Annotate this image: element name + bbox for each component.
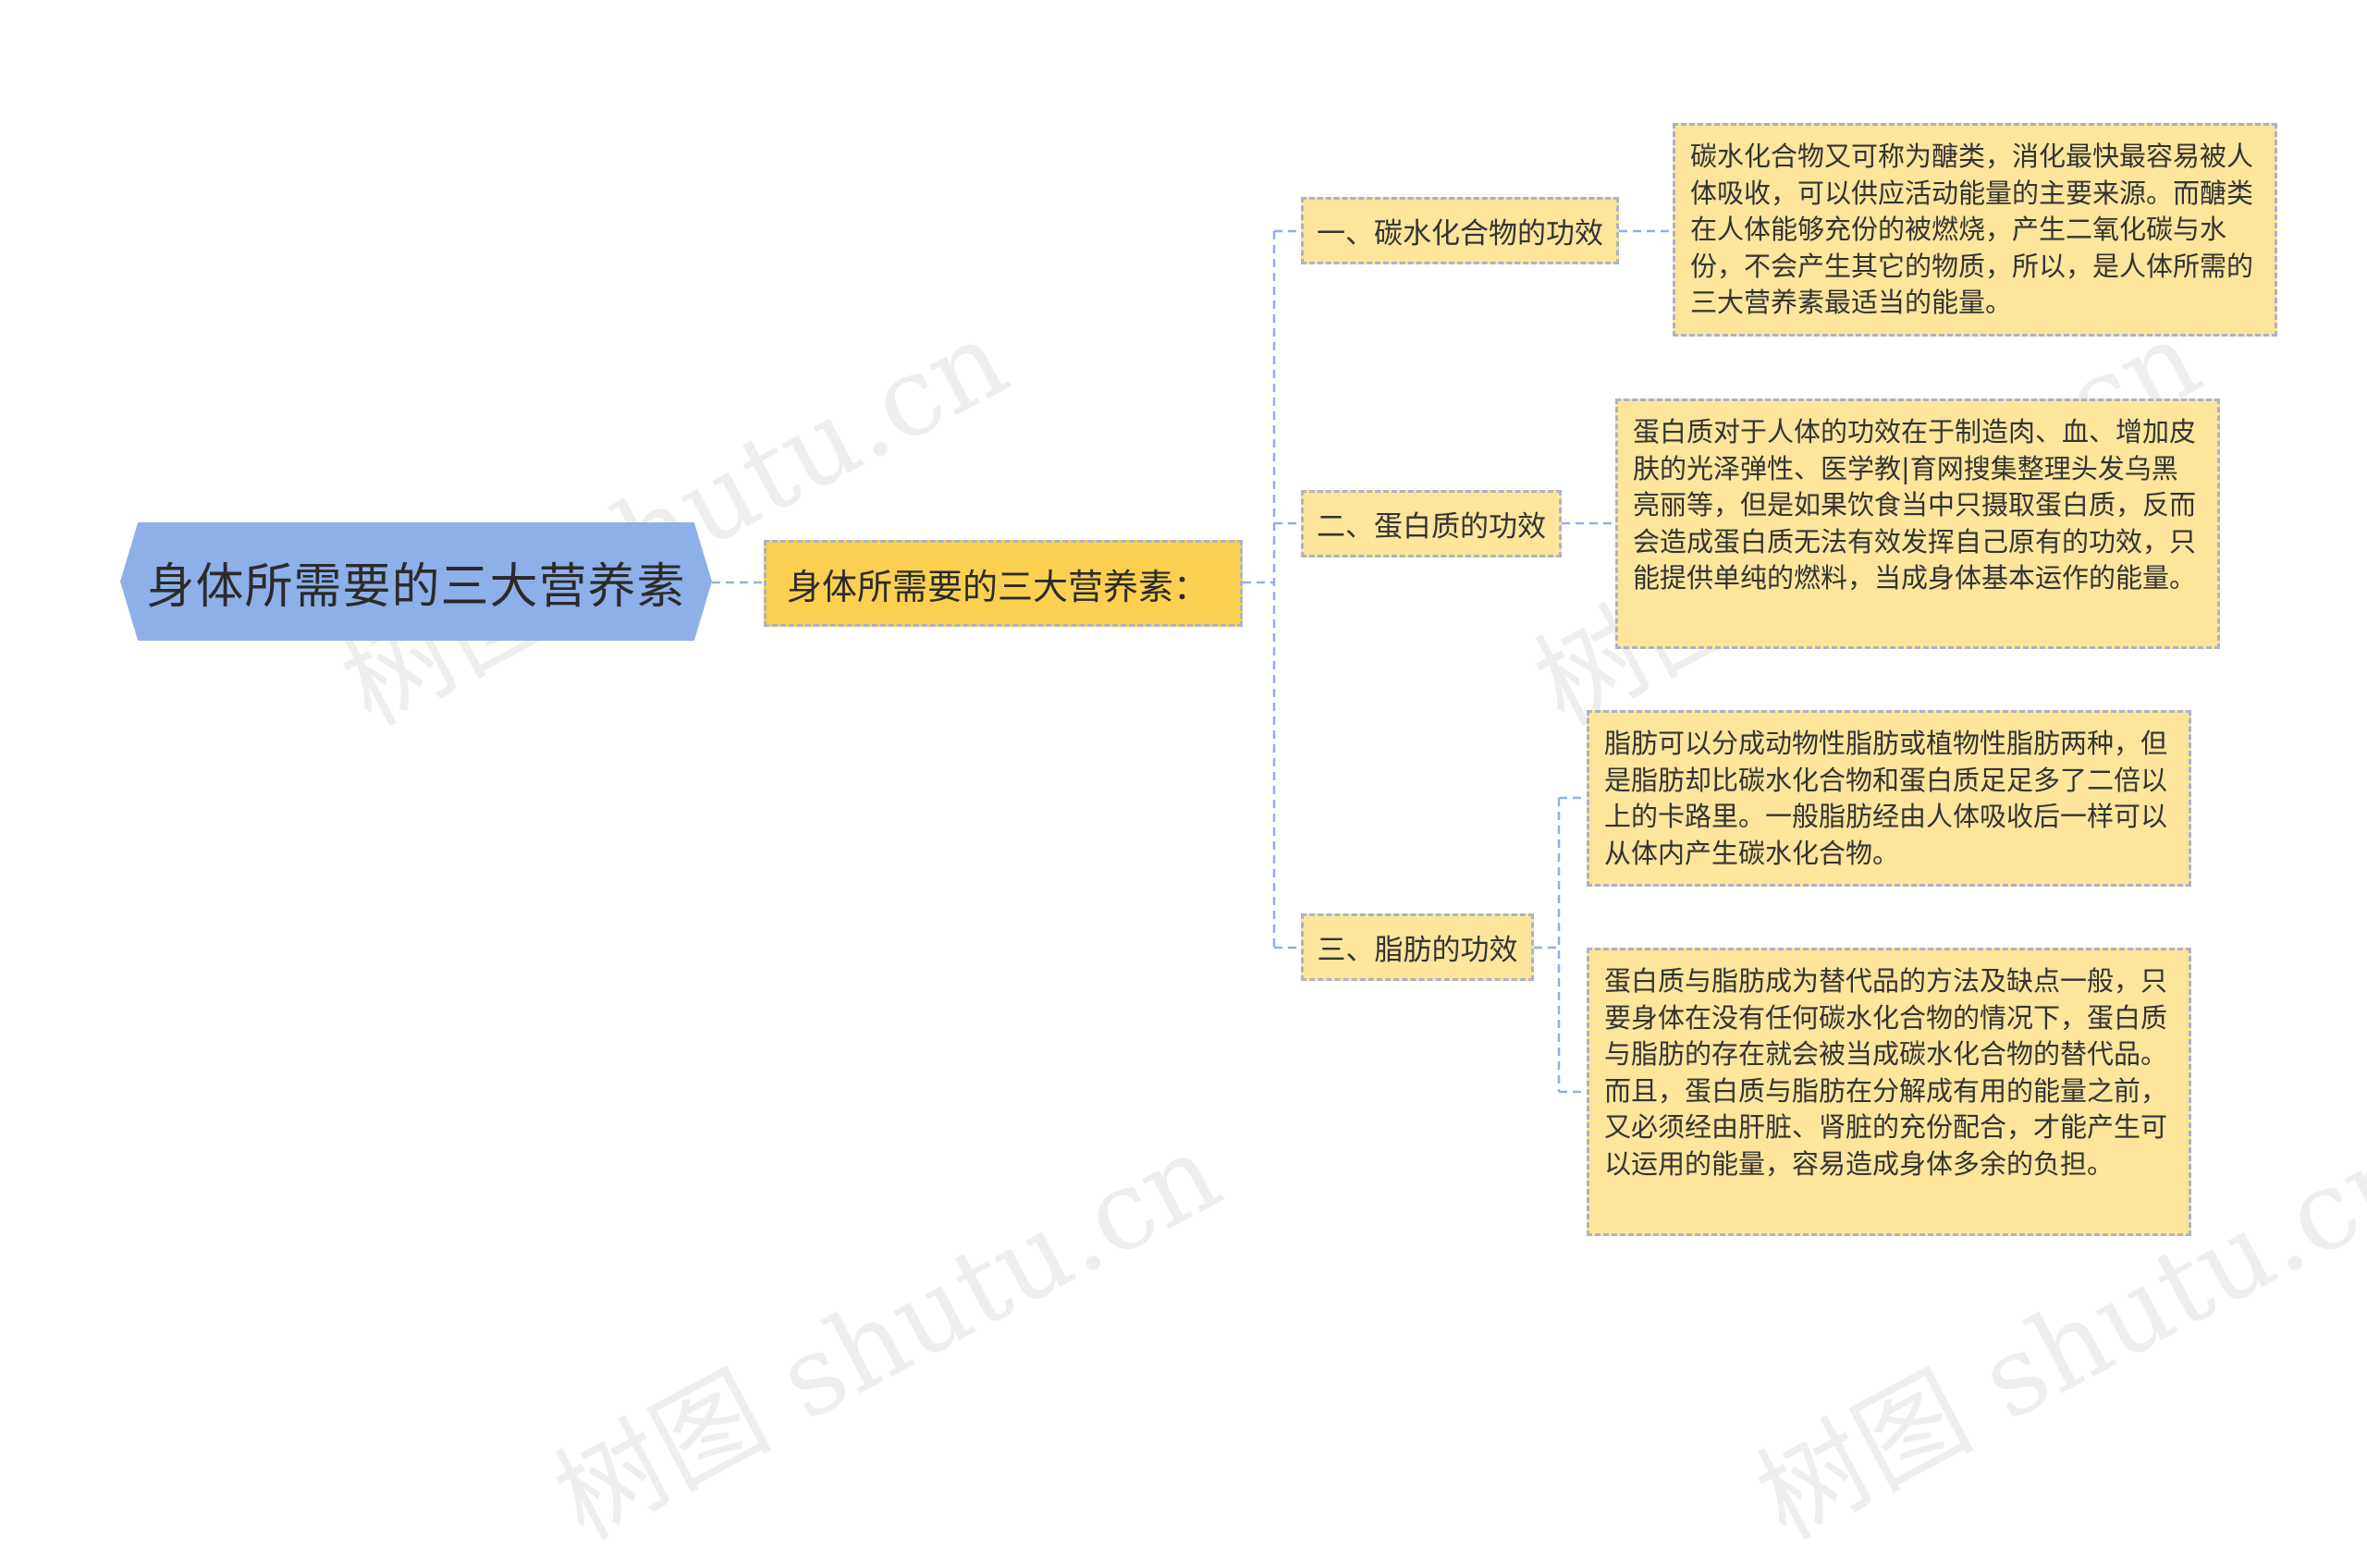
mind-map: 树图 shutu.cn 树图 shutu.cn 树图 shutu.cn 树图 s…	[0, 0, 2367, 1563]
root-label: 身体所需要的三大营养素	[146, 558, 686, 615]
topic-label: 一、碳水化合物的功效	[1317, 217, 1603, 251]
detail-text: 蛋白质对于人体的功效在于制造肉、血、增加皮肤的光泽弹性、医学教|育网搜集整理头发…	[1633, 416, 2197, 594]
topic-carbohydrate[interactable]: 一、碳水化合物的功效	[1301, 197, 1619, 264]
detail-fat-2[interactable]: 蛋白质与脂肪成为替代品的方法及缺点一般，只要身体在没有任何碳水化合物的情况下，蛋…	[1587, 948, 2191, 1236]
detail-protein[interactable]: 蛋白质对于人体的功效在于制造肉、血、增加皮肤的光泽弹性、医学教|育网搜集整理头发…	[1615, 398, 2220, 649]
topic-protein[interactable]: 二、蛋白质的功效	[1301, 490, 1562, 557]
detail-text: 脂肪可以分成动物性脂肪或植物性脂肪两种，但是脂肪却比碳水化合物和蛋白质足足多了二…	[1604, 728, 2168, 869]
topic-label: 三、脂肪的功效	[1317, 934, 1518, 967]
sub-topic-label: 身体所需要的三大营养素：	[787, 566, 1209, 607]
sub-topic-node[interactable]: 身体所需要的三大营养素：	[764, 540, 1243, 627]
detail-text: 碳水化合物又可称为醣类，消化最快最容易被人体吸收，可以供应活动能量的主要来源。而…	[1690, 141, 2254, 318]
topic-fat[interactable]: 三、脂肪的功效	[1301, 913, 1534, 981]
detail-carbohydrate[interactable]: 碳水化合物又可称为醣类，消化最快最容易被人体吸收，可以供应活动能量的主要来源。而…	[1673, 123, 2277, 337]
topic-label: 二、蛋白质的功效	[1317, 510, 1546, 544]
detail-text: 蛋白质与脂肪成为替代品的方法及缺点一般，只要身体在没有任何碳水化合物的情况下，蛋…	[1604, 965, 2168, 1180]
root-node[interactable]: 身体所需要的三大营养素	[120, 522, 712, 641]
detail-fat-1[interactable]: 脂肪可以分成动物性脂肪或植物性脂肪两种，但是脂肪却比碳水化合物和蛋白质足足多了二…	[1587, 710, 2191, 887]
